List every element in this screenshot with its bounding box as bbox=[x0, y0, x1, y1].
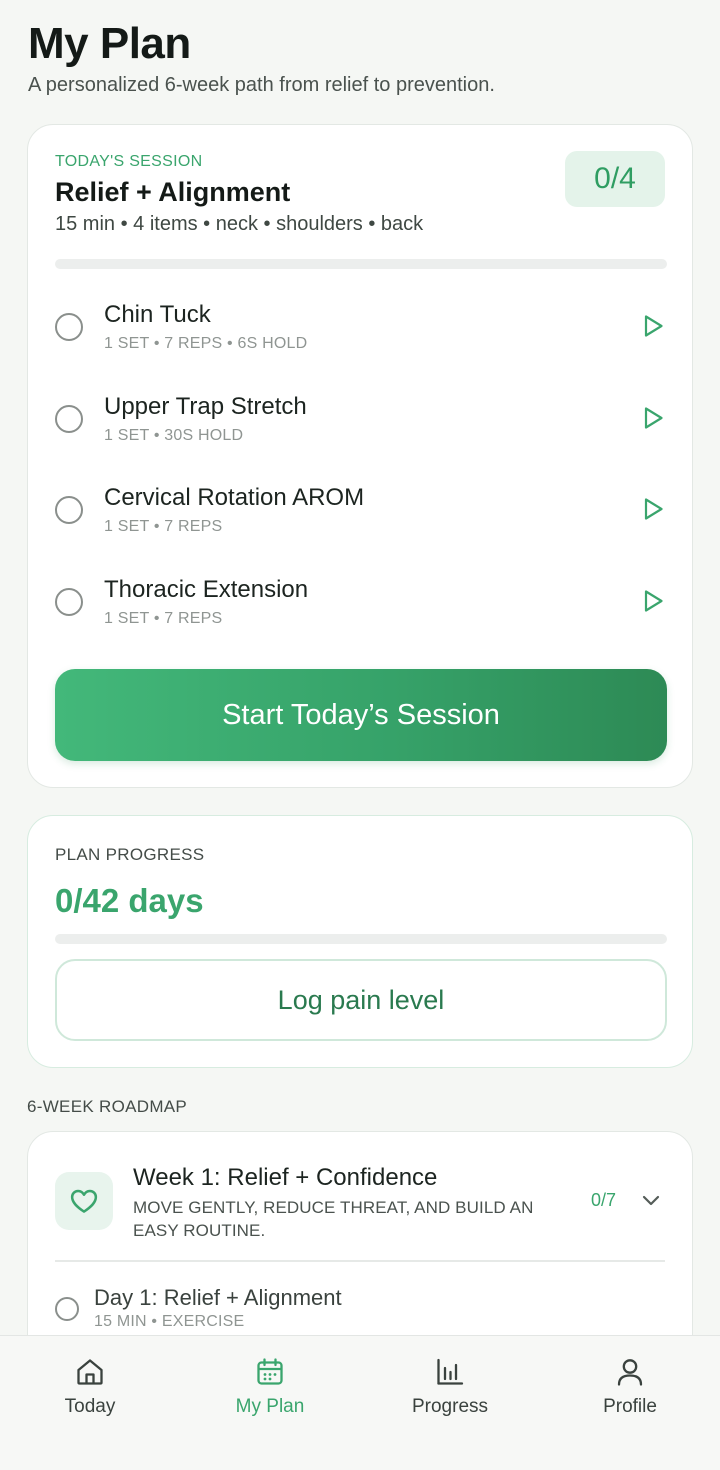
page-title: My Plan bbox=[28, 19, 191, 68]
nav-label: Profile bbox=[603, 1396, 657, 1417]
todays-session-card: TODAY'S SESSION Relief + Alignment 15 mi… bbox=[27, 124, 693, 788]
exercise-detail: 1 SET • 7 REPS bbox=[104, 518, 223, 535]
plan-progress-card: PLAN PROGRESS 0/42 days Log pain level bbox=[27, 815, 693, 1068]
exercise-detail: 1 SET • 7 REPS bbox=[104, 609, 223, 627]
user-icon bbox=[617, 1359, 643, 1386]
exercise-detail: 1 SET • 7 REPS • 6S HOLD bbox=[104, 335, 308, 352]
exercise-name: Chin Tuck bbox=[104, 301, 211, 328]
exercise-item-upper-trap-stretch[interactable]: Upper Trap Stretch 1 SET • 30S HOLD bbox=[28, 381, 692, 473]
session-progress-bar bbox=[55, 259, 667, 269]
plan-days-value: 0/42 days bbox=[55, 882, 204, 919]
play-icon[interactable] bbox=[640, 588, 666, 614]
exercise-item-chin-tuck[interactable]: Chin Tuck 1 SET • 7 REPS • 6S HOLD bbox=[28, 289, 692, 381]
exercise-item-cervical-rotation[interactable]: Cervical Rotation AROM 1 SET • 7 REPS bbox=[28, 472, 692, 564]
plan-progress-eyebrow: PLAN PROGRESS bbox=[55, 845, 205, 864]
nav-item-my-plan[interactable]: My Plan bbox=[180, 1336, 360, 1470]
plan-progress-bar bbox=[55, 934, 667, 944]
page-header: My Plan A personalized 6-week path from … bbox=[28, 18, 692, 98]
start-session-button[interactable]: Start Today’s Session bbox=[55, 669, 667, 761]
week-title: Week 1: Relief + Confidence bbox=[133, 1164, 438, 1191]
session-meta: 15 min • 4 items • neck • shoulders • ba… bbox=[55, 213, 424, 235]
week-progress-count: 0/7 bbox=[590, 1190, 616, 1210]
calendar-icon bbox=[257, 1358, 283, 1385]
day-title: Day 1: Relief + Alignment bbox=[94, 1285, 342, 1310]
exercise-item-thoracic-extension[interactable]: Thoracic Extension 1 SET • 7 REPS bbox=[28, 564, 692, 656]
nav-item-progress[interactable]: Progress bbox=[360, 1336, 540, 1470]
roadmap-heading: 6-WEEK ROADMAP bbox=[27, 1097, 188, 1116]
play-icon[interactable] bbox=[640, 405, 666, 431]
checkbox-icon[interactable] bbox=[55, 313, 83, 341]
divider bbox=[55, 1260, 665, 1262]
exercise-name: Thoracic Extension bbox=[104, 575, 309, 603]
bar-chart-icon bbox=[437, 1358, 464, 1385]
my-plan-screen: My Plan A personalized 6-week path from … bbox=[0, 0, 720, 1470]
session-eyebrow: TODAY'S SESSION bbox=[55, 153, 203, 170]
exercise-name: Cervical Rotation AROM bbox=[104, 484, 365, 511]
nav-label: Today bbox=[64, 1396, 116, 1417]
play-icon[interactable] bbox=[640, 313, 666, 339]
page-subtitle: A personalized 6-week path from relief t… bbox=[28, 74, 495, 96]
nav-item-today[interactable]: Today bbox=[0, 1336, 180, 1470]
play-icon[interactable] bbox=[640, 496, 666, 522]
exercise-detail: 1 SET • 30S HOLD bbox=[104, 426, 244, 444]
nav-label: My Plan bbox=[235, 1396, 305, 1417]
checkbox-icon[interactable] bbox=[55, 404, 83, 433]
day-detail: 15 MIN • EXERCISE bbox=[94, 1313, 245, 1330]
checkbox-icon[interactable] bbox=[55, 1297, 79, 1321]
heart-icon bbox=[70, 1189, 98, 1213]
nav-label: Progress bbox=[411, 1396, 489, 1417]
session-title: Relief + Alignment bbox=[55, 177, 291, 207]
bottom-nav: Today My Plan Progress Profile bbox=[0, 1335, 720, 1470]
week-description: MOVE GENTLY, REDUCE THREAT, AND BUILD AN… bbox=[133, 1198, 534, 1240]
home-icon bbox=[77, 1359, 103, 1385]
checkbox-icon[interactable] bbox=[55, 496, 83, 524]
session-count-badge: 0/4 bbox=[565, 151, 665, 207]
log-pain-level-button[interactable]: Log pain level bbox=[55, 959, 667, 1041]
exercise-list: Chin Tuck 1 SET • 7 REPS • 6S HOLD Upper… bbox=[28, 289, 692, 655]
chevron-down-icon[interactable] bbox=[640, 1189, 662, 1211]
week-icon-container bbox=[55, 1172, 113, 1230]
nav-item-profile[interactable]: Profile bbox=[540, 1336, 720, 1470]
exercise-name: Upper Trap Stretch bbox=[104, 392, 307, 420]
checkbox-icon[interactable] bbox=[55, 587, 83, 616]
